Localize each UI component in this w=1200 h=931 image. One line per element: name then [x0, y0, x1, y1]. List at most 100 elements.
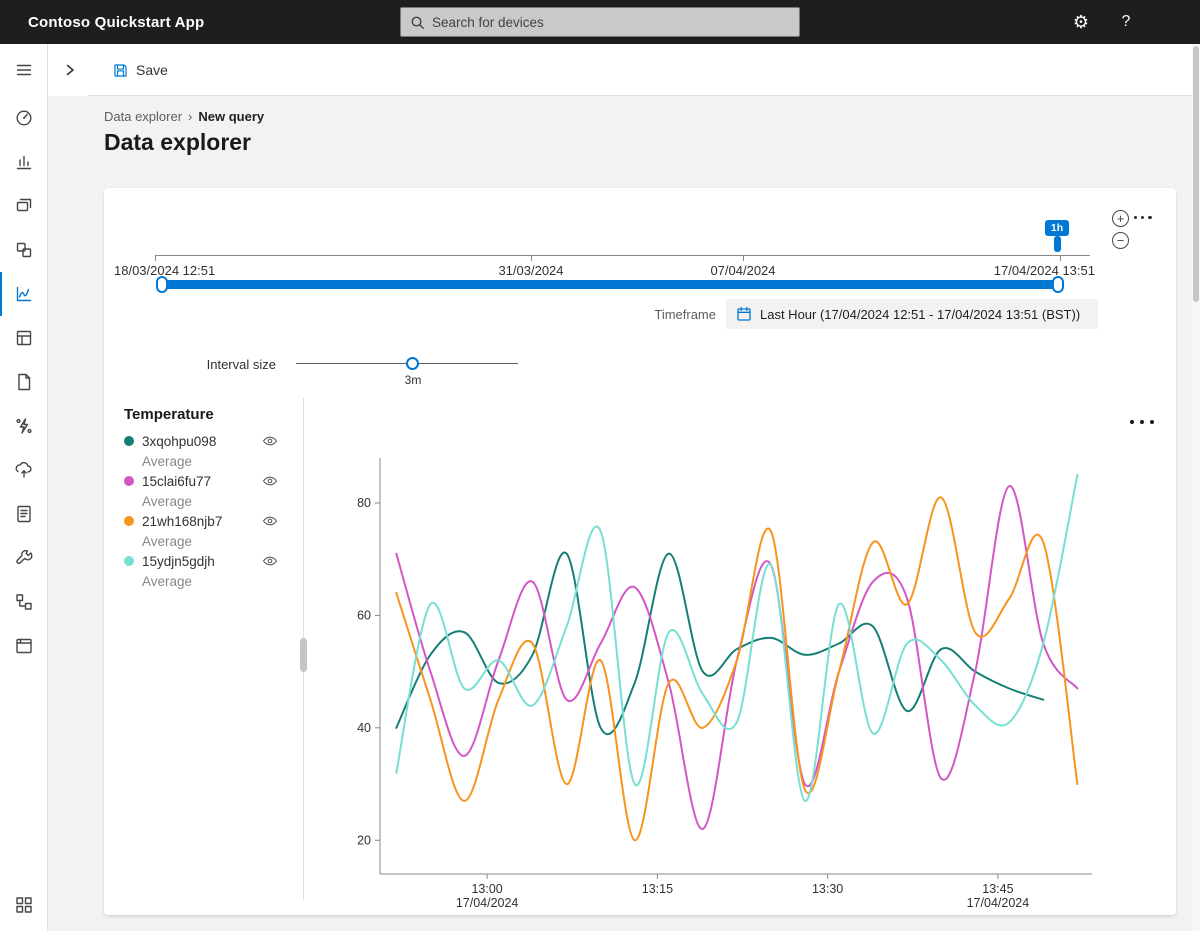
sidebar-item-device-groups[interactable] [0, 228, 47, 272]
sidebar-item-audit-logs[interactable] [0, 492, 47, 536]
jobs-icon [16, 330, 31, 346]
panel-overflow-menu-icon[interactable] [1134, 216, 1152, 220]
save-button[interactable]: Save [112, 55, 168, 85]
chart-overflow-menu-icon[interactable] [1130, 420, 1154, 424]
search-icon [411, 16, 424, 29]
data-export-icon [15, 461, 32, 478]
legend-item: 15clai6fu77 Average [124, 471, 286, 511]
chart-title: Temperature [124, 406, 214, 423]
zoom-in-button[interactable]: + [1112, 210, 1129, 227]
panel-resize-handle[interactable] [300, 638, 307, 672]
visibility-icon[interactable] [262, 473, 278, 489]
calendar-icon [737, 306, 751, 321]
legend-item: 21wh168njb7 Average [124, 511, 286, 551]
audit-logs-icon [16, 505, 31, 523]
device-templates-icon [17, 373, 30, 391]
help-button[interactable]: ? [1104, 0, 1148, 44]
series-color-dot [124, 436, 134, 446]
sidebar-item-analytics[interactable] [0, 140, 47, 184]
settings-button[interactable]: ⚙ [1059, 0, 1103, 44]
page-title: Data explorer [104, 129, 252, 155]
sidebar-item-data-explorer[interactable] [0, 272, 47, 316]
svg-text:17/04/2024: 17/04/2024 [967, 896, 1030, 910]
series-color-dot [124, 556, 134, 566]
legend-item: 3xqohpu098 Average [124, 431, 286, 471]
legend-item: 15ydjn5gdjh Average [124, 551, 286, 591]
svg-text:20: 20 [357, 833, 371, 847]
breadcrumb-separator-icon: › [188, 109, 193, 124]
series-color-dot [124, 476, 134, 486]
analytics-icon [16, 155, 31, 170]
organizations-icon [15, 594, 32, 610]
range-handle-left[interactable] [156, 276, 168, 293]
visibility-icon[interactable] [262, 513, 278, 529]
main-content: Data explorer › New query Data explorer … [48, 96, 1192, 931]
svg-text:80: 80 [357, 496, 371, 510]
dashboard-icon [15, 110, 32, 126]
temperature-line-chart: 2040608013:0017/04/202413:15 13:30 13:4517… [357, 458, 1092, 910]
svg-text:13:45: 13:45 [982, 882, 1013, 896]
ellipsis-dot [1134, 216, 1138, 220]
series-device-id: 15ydjn5gdjh [142, 553, 215, 569]
interval-slider-handle[interactable] [406, 357, 419, 370]
series-aggregate-label: Average [142, 533, 193, 549]
scrollbar-thumb[interactable] [1193, 46, 1199, 302]
sidebar-item-rules[interactable] [0, 404, 47, 448]
query-panel: + − 18/03/2024 12:51 31/03/2024 07/04/20… [104, 188, 1176, 915]
save-icon [114, 63, 127, 77]
gear-icon: ⚙ [1072, 11, 1090, 32]
sidebar-items [0, 48, 47, 668]
sidebar-item-application-settings[interactable] [0, 883, 47, 927]
sidebar-item-customization[interactable] [0, 624, 47, 668]
vertical-scrollbar[interactable] [1192, 44, 1200, 931]
command-bar-divider [88, 95, 1192, 96]
sidebar-item-dashboard[interactable] [0, 96, 47, 140]
expand-sidebar-button[interactable] [56, 56, 84, 84]
device-groups-icon [16, 242, 31, 258]
time-axis-label: 18/03/2024 12:51 [114, 263, 216, 278]
time-range-slider[interactable] [161, 280, 1061, 289]
menu-icon [16, 64, 31, 76]
app-root: Contoso Quickstart App ⚙ ? Save Data exp… [0, 0, 1200, 931]
sidebar-item-menu[interactable] [0, 48, 47, 92]
command-bar: Save [48, 44, 1192, 96]
series-device-id: 3xqohpu098 [142, 433, 217, 449]
time-axis-label: 07/04/2024 [710, 263, 776, 278]
ellipsis-dot [1150, 420, 1154, 424]
sidebar-item-organizations[interactable] [0, 580, 47, 624]
time-range-axis [155, 255, 1090, 256]
time-axis-tick [155, 255, 156, 261]
svg-text:17/04/2024: 17/04/2024 [456, 896, 519, 910]
range-handle-right[interactable] [1052, 276, 1064, 293]
app-title: Contoso Quickstart App [28, 13, 205, 31]
time-axis-tick [743, 255, 744, 261]
timeframe-value: Last Hour (17/04/2024 12:51 - 17/04/2024… [760, 306, 1081, 322]
time-axis-label: 31/03/2024 [498, 263, 564, 278]
visibility-icon[interactable] [262, 553, 278, 569]
device-search-box[interactable] [400, 7, 800, 37]
sidebar-item-jobs[interactable] [0, 316, 47, 360]
interval-value: 3m [404, 373, 422, 387]
devices-icon [16, 198, 31, 212]
sidebar-item-device-templates[interactable] [0, 360, 47, 404]
sidebar-item-devices[interactable] [0, 184, 47, 228]
timeframe-label: Timeframe [654, 307, 716, 322]
rules-icon [15, 418, 32, 434]
svg-text:40: 40 [357, 721, 371, 735]
series-color-dot [124, 516, 134, 526]
ellipsis-dot [1140, 420, 1144, 424]
visibility-icon[interactable] [262, 433, 278, 449]
breadcrumb-parent[interactable]: Data explorer [104, 109, 182, 124]
selection-window-handle[interactable] [1054, 236, 1061, 252]
time-axis-label: 17/04/2024 13:51 [993, 263, 1095, 278]
timeframe-picker[interactable]: Last Hour (17/04/2024 12:51 - 17/04/2024… [726, 299, 1098, 329]
search-input[interactable] [432, 14, 790, 30]
ellipsis-dot [1148, 216, 1152, 220]
time-axis-tick [531, 255, 532, 261]
series-device-id: 15clai6fu77 [142, 473, 212, 489]
sidebar-item-data-export[interactable] [0, 448, 47, 492]
svg-text:13:30: 13:30 [812, 882, 843, 896]
zoom-out-button[interactable]: − [1112, 232, 1129, 249]
chevron-right-icon [66, 64, 74, 76]
sidebar-item-administration[interactable] [0, 536, 47, 580]
